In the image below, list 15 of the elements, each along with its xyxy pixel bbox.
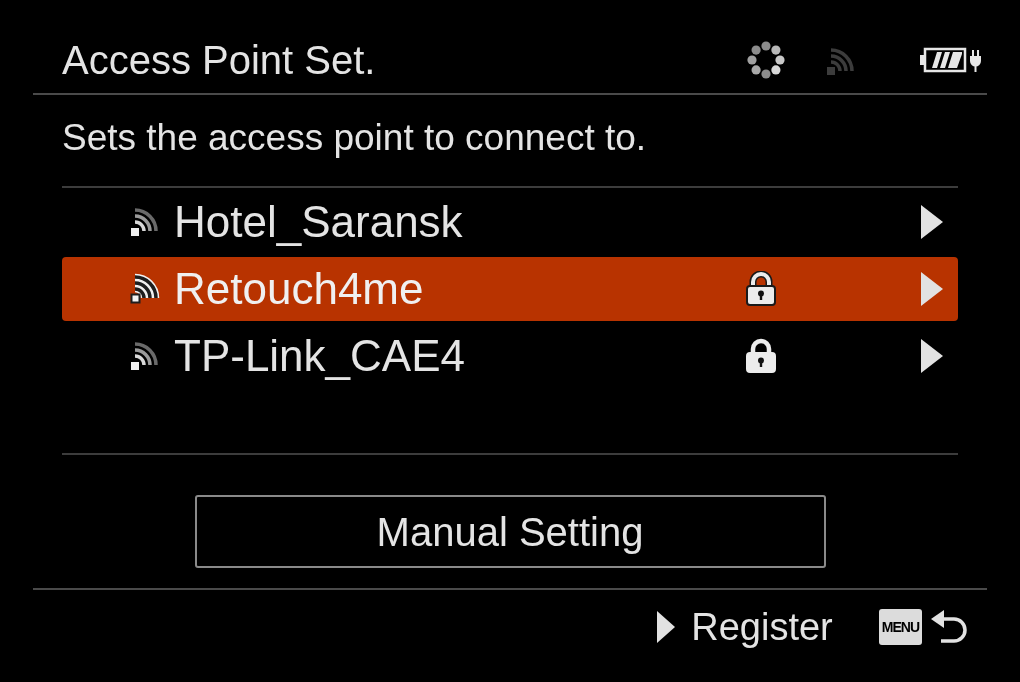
manual-setting-button[interactable]: Manual Setting <box>194 495 826 568</box>
right-arrow-icon <box>921 272 943 306</box>
menu-key: MENU <box>878 609 922 645</box>
access-point-row[interactable]: Retouch4me <box>62 257 958 321</box>
right-arrow-icon <box>921 205 943 239</box>
description-text: Sets the access point to connect to. <box>62 119 647 156</box>
access-point-row[interactable]: Hotel_Saransk <box>62 190 958 254</box>
battery-charging-icon <box>920 45 982 74</box>
loading-spinner-icon <box>747 40 785 79</box>
access-point-row[interactable]: TP-Link_CAE4 <box>62 324 958 388</box>
register-hint: Register <box>691 608 833 646</box>
right-triangle-icon <box>657 611 676 643</box>
right-arrow-icon <box>921 339 943 373</box>
back-arrow-icon <box>930 608 968 646</box>
screen-title: Access Point Set. <box>62 39 376 80</box>
